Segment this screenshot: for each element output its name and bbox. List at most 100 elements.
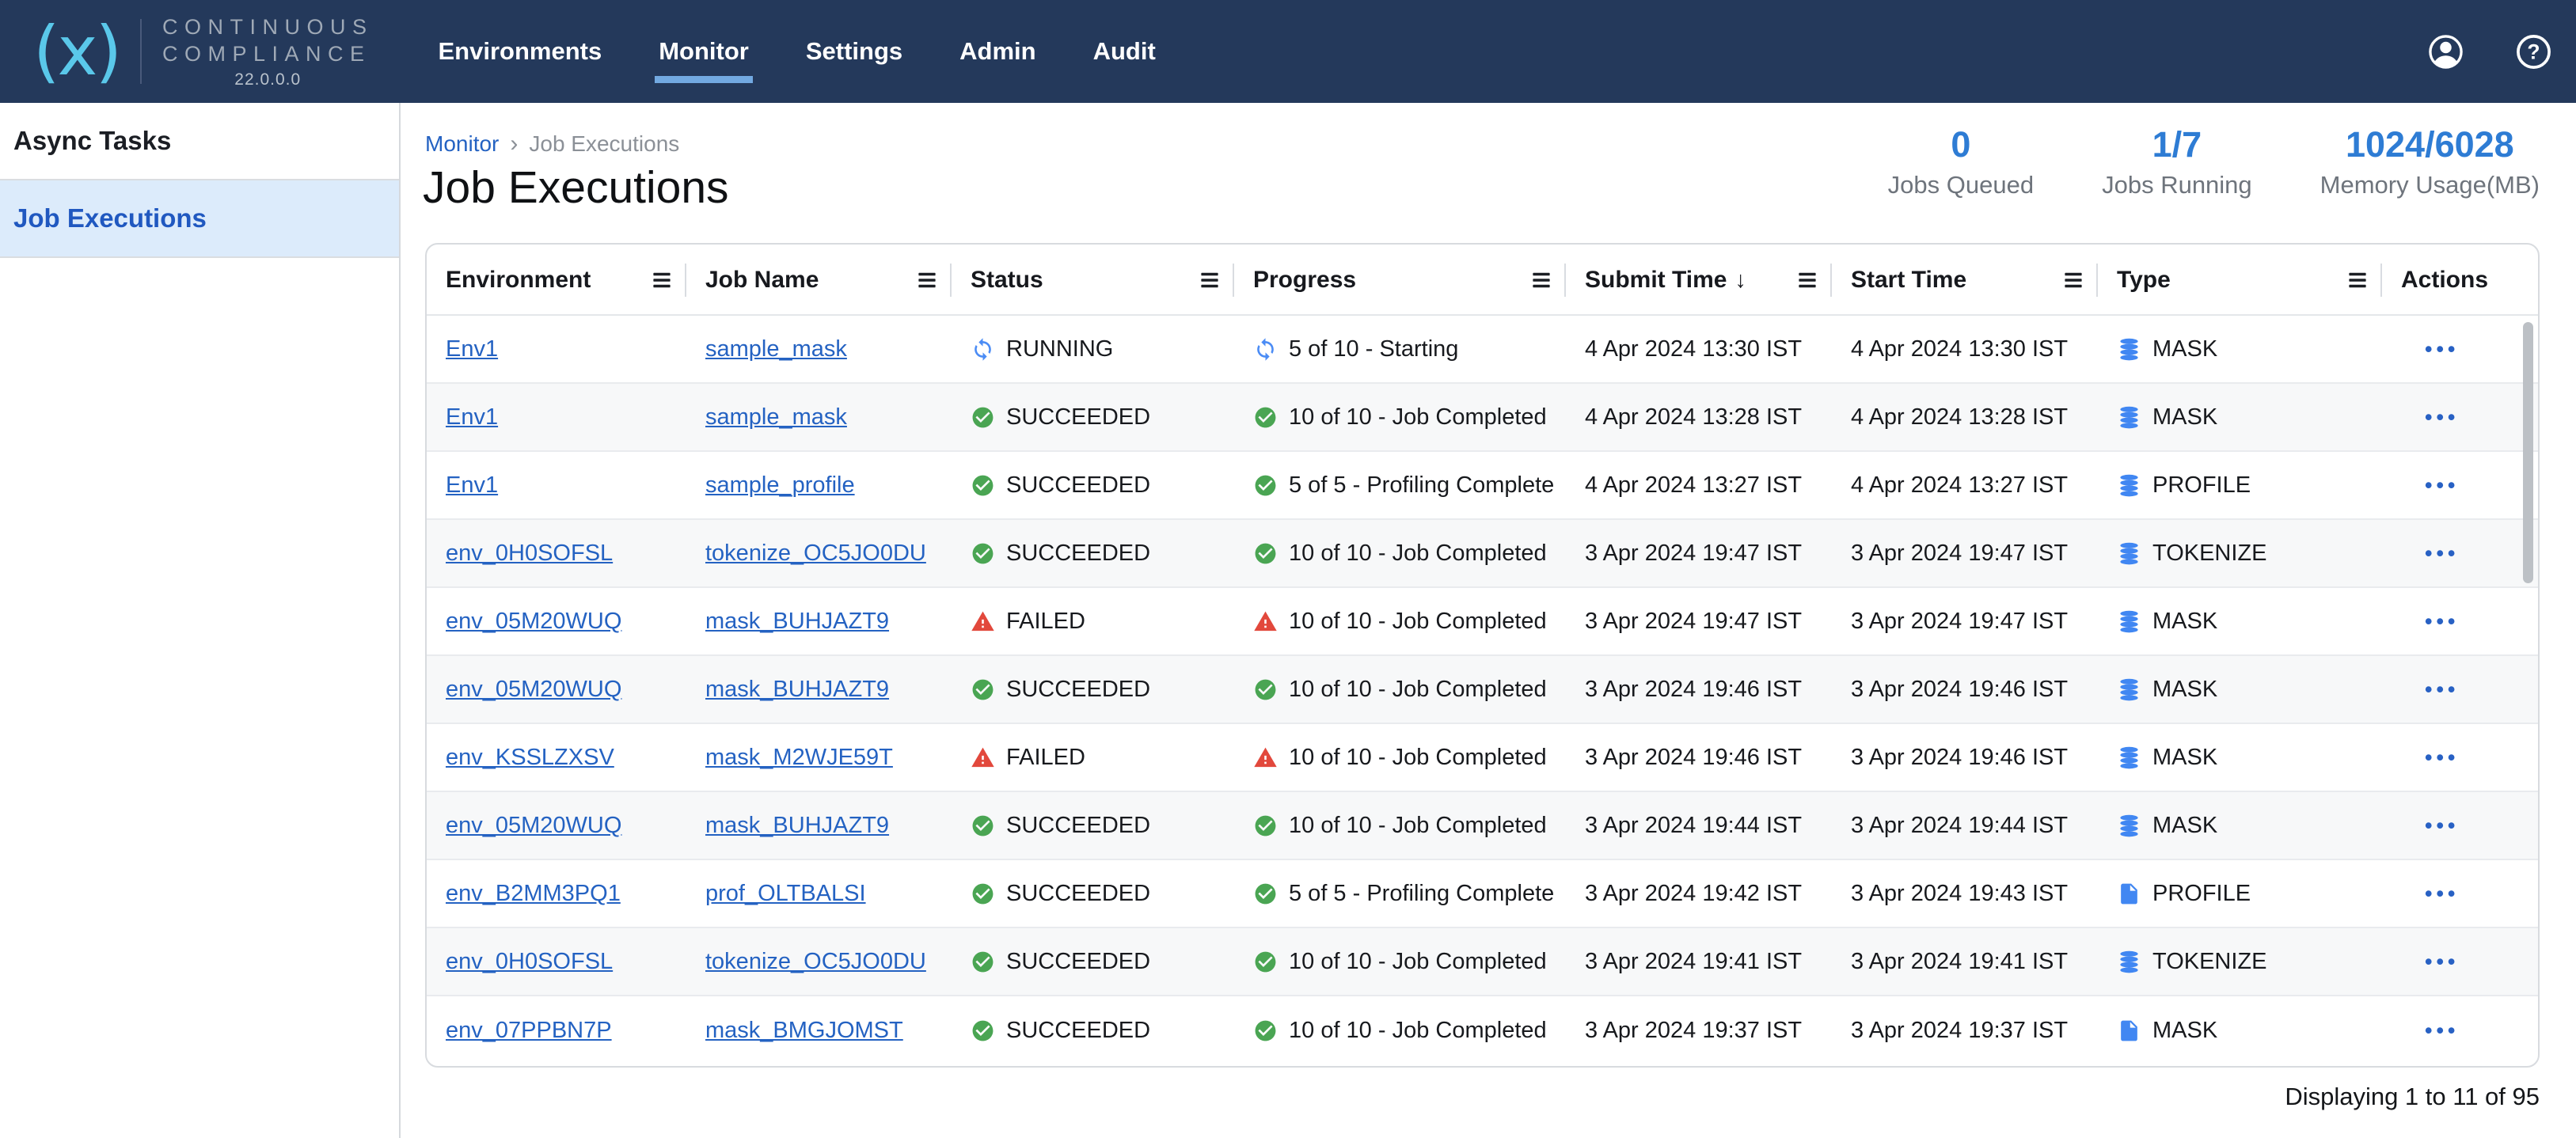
- sort-desc-icon[interactable]: ↓: [1734, 267, 1746, 294]
- environment-link[interactable]: env_B2MM3PQ1: [446, 881, 621, 907]
- column-header-status[interactable]: Status: [952, 245, 1234, 316]
- environment-link[interactable]: env_0H0SOFSL: [446, 949, 613, 975]
- user-avatar-icon[interactable]: [2427, 33, 2464, 70]
- help-icon[interactable]: ?: [2515, 33, 2552, 70]
- environment-link[interactable]: env_KSSLZXSV: [446, 745, 614, 771]
- cell-type: MASK: [2098, 656, 2382, 723]
- environment-link[interactable]: env_05M20WUQ: [446, 813, 621, 839]
- stat-label: Memory Usage(MB): [2320, 171, 2540, 199]
- environment-link[interactable]: env_07PPBN7P: [446, 1018, 612, 1044]
- job-name-link[interactable]: mask_BMGJOMST: [705, 1018, 903, 1044]
- job-name-link[interactable]: mask_BUHJAZT9: [705, 609, 889, 635]
- check-circle-icon: [1253, 950, 1278, 974]
- nav-item-admin[interactable]: Admin: [959, 37, 1035, 66]
- column-menu-icon[interactable]: [1529, 268, 1553, 292]
- column-menu-icon[interactable]: [650, 268, 674, 292]
- row-actions-button[interactable]: •••: [2425, 677, 2459, 702]
- row-actions-button[interactable]: •••: [2425, 609, 2459, 634]
- environment-link[interactable]: env_05M20WUQ: [446, 609, 621, 635]
- job-name-link[interactable]: mask_BUHJAZT9: [705, 813, 889, 839]
- column-menu-icon[interactable]: [1795, 268, 1819, 292]
- table-row: Env1 sample_profile SUCCEEDED 5 of 5 - P…: [427, 452, 2538, 520]
- environment-link[interactable]: Env1: [446, 336, 498, 362]
- database-icon: [2117, 337, 2141, 362]
- nav-item-settings[interactable]: Settings: [806, 37, 902, 66]
- type-text: MASK: [2152, 1018, 2217, 1044]
- cell-start-time: 3 Apr 2024 19:46 IST: [1832, 724, 2098, 791]
- column-menu-icon[interactable]: [2061, 268, 2085, 292]
- status-text: FAILED: [1006, 609, 1085, 635]
- table-scrollbar-thumb[interactable]: [2523, 322, 2533, 583]
- sidebar-item-label: Async Tasks: [13, 126, 171, 156]
- breadcrumb-monitor-link[interactable]: Monitor: [425, 131, 499, 157]
- job-name-link[interactable]: prof_OLTBALSI: [705, 881, 866, 907]
- column-menu-icon[interactable]: [2346, 268, 2369, 292]
- row-actions-button[interactable]: •••: [2425, 950, 2459, 974]
- environment-link[interactable]: env_05M20WUQ: [446, 677, 621, 703]
- row-actions-button[interactable]: •••: [2425, 473, 2459, 498]
- sidebar-item-async-tasks[interactable]: Async Tasks: [0, 103, 399, 180]
- environment-link[interactable]: env_0H0SOFSL: [446, 541, 613, 567]
- job-name-link[interactable]: tokenize_OC5JO0DU: [705, 541, 926, 567]
- type-text: MASK: [2152, 677, 2217, 703]
- column-header-type[interactable]: Type: [2098, 245, 2382, 316]
- row-actions-button[interactable]: •••: [2425, 1019, 2459, 1043]
- job-name-link[interactable]: sample_mask: [705, 404, 847, 431]
- job-name-link[interactable]: tokenize_OC5JO0DU: [705, 949, 926, 975]
- cell-start-time: 3 Apr 2024 19:43 IST: [1832, 860, 2098, 927]
- environment-link[interactable]: Env1: [446, 472, 498, 499]
- database-icon: [2117, 609, 2141, 634]
- cell-progress: 5 of 5 - Profiling Complete: [1234, 452, 1566, 518]
- cell-status: SUCCEEDED: [952, 996, 1234, 1064]
- stat-label: Jobs Running: [2102, 171, 2252, 199]
- check-circle-icon: [1253, 541, 1278, 566]
- status-text: FAILED: [1006, 745, 1085, 771]
- nav-item-label: Audit: [1093, 37, 1156, 65]
- sidebar-item-job-executions[interactable]: Job Executions: [0, 180, 399, 258]
- topbar-actions: ?: [2427, 33, 2552, 70]
- cell-status: SUCCEEDED: [952, 384, 1234, 450]
- brand-text: CONTINUOUS COMPLIANCE 22.0.0.0: [162, 13, 374, 89]
- row-actions-button[interactable]: •••: [2425, 541, 2459, 566]
- cell-job-name: sample_mask: [686, 316, 952, 382]
- column-header-progress[interactable]: Progress: [1234, 245, 1566, 316]
- nav-item-audit[interactable]: Audit: [1093, 37, 1156, 66]
- row-actions-button[interactable]: •••: [2425, 405, 2459, 430]
- job-name-link[interactable]: sample_mask: [705, 336, 847, 362]
- column-header-submit-time[interactable]: Submit Time ↓: [1566, 245, 1832, 316]
- cell-job-name: tokenize_OC5JO0DU: [686, 520, 952, 586]
- progress-text: 10 of 10 - Job Completed: [1289, 541, 1547, 567]
- database-icon: [2117, 814, 2141, 838]
- column-header-label: Status: [971, 267, 1043, 294]
- job-name-link[interactable]: mask_M2WJE59T: [705, 745, 893, 771]
- cell-start-time: 3 Apr 2024 19:47 IST: [1832, 588, 2098, 654]
- column-menu-icon[interactable]: [1198, 268, 1222, 292]
- job-name-link[interactable]: mask_BUHJAZT9: [705, 677, 889, 703]
- nav-item-environments[interactable]: Environments: [439, 37, 602, 66]
- row-actions-button[interactable]: •••: [2425, 745, 2459, 770]
- row-actions-button[interactable]: •••: [2425, 337, 2459, 362]
- column-header-actions[interactable]: Actions: [2382, 245, 2538, 316]
- cell-progress: 10 of 10 - Job Completed: [1234, 792, 1566, 859]
- table-row: env_07PPBN7P mask_BMGJOMST SUCCEEDED 10 …: [427, 996, 2538, 1064]
- row-actions-button[interactable]: •••: [2425, 882, 2459, 906]
- environment-link[interactable]: Env1: [446, 404, 498, 431]
- nav-item-label: Admin: [959, 37, 1035, 65]
- table-row: env_05M20WUQ mask_BUHJAZT9 SUCCEEDED 10 …: [427, 792, 2538, 860]
- check-circle-icon: [1253, 1019, 1278, 1043]
- brand-line-2: COMPLIANCE: [162, 40, 374, 67]
- cell-job-name: mask_BUHJAZT9: [686, 656, 952, 723]
- file-icon: [2117, 1019, 2141, 1043]
- cell-type: TOKENIZE: [2098, 928, 2382, 995]
- job-name-link[interactable]: sample_profile: [705, 472, 855, 499]
- column-menu-icon[interactable]: [915, 268, 939, 292]
- column-header-job-name[interactable]: Job Name: [686, 245, 952, 316]
- row-actions-button[interactable]: •••: [2425, 814, 2459, 838]
- column-header-environment[interactable]: Environment: [427, 245, 686, 316]
- version-label: 22.0.0.0: [162, 70, 374, 89]
- nav-item-monitor[interactable]: Monitor: [659, 37, 749, 66]
- column-header-start-time[interactable]: Start Time: [1832, 245, 2098, 316]
- column-header-label: Type: [2117, 267, 2171, 294]
- delphix-logo: (x): [33, 17, 120, 85]
- column-header-label: Submit Time: [1585, 267, 1727, 294]
